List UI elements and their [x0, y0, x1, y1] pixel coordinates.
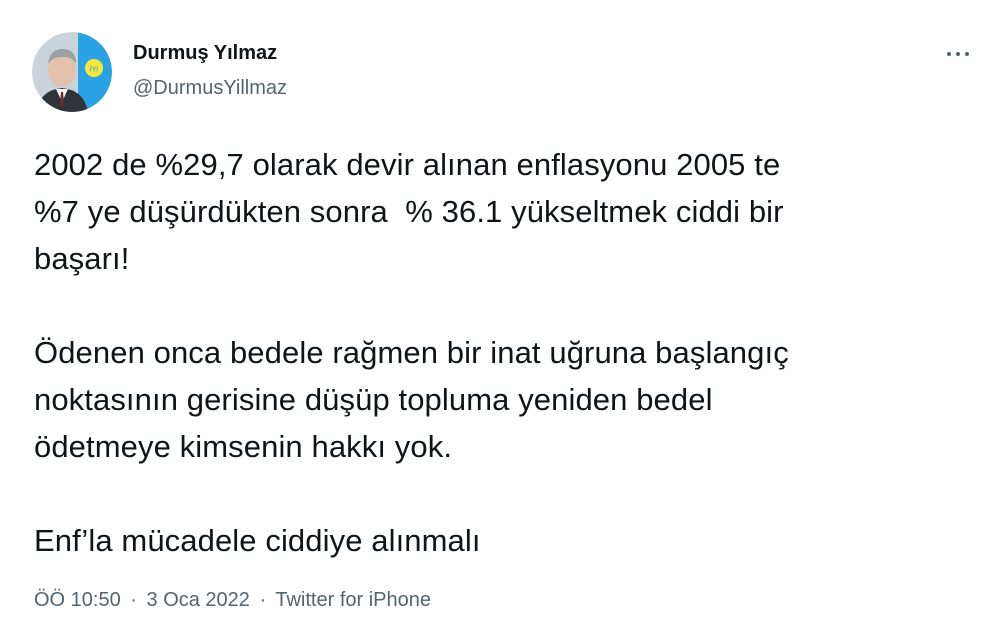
tweet-metadata: ÖÖ 10:50 · 3 Oca 2022 · Twitter for iPho… [34, 586, 431, 614]
tweet-paragraph: Enf’la mücadele ciddiye alınmalı [34, 523, 481, 558]
avatar-badge-text: İYİ [90, 65, 98, 74]
tweet-time[interactable]: ÖÖ 10:50 [34, 589, 121, 611]
more-horizontal-icon [947, 52, 969, 56]
tweet-date[interactable]: 3 Oca 2022 [147, 589, 250, 611]
tweet-paragraph: 2002 de %29,7 olarak devir alınan enflas… [34, 147, 784, 276]
more-options-button[interactable] [938, 38, 978, 70]
profile-photo-icon: İYİ [32, 32, 112, 112]
tweet-text: 2002 de %29,7 olarak devir alınan enflas… [34, 141, 974, 564]
tweet-paragraph: Ödenen onca bedele rağmen bir inat uğrun… [34, 335, 789, 464]
author-name[interactable]: Durmuş Yılmaz [133, 40, 277, 66]
meta-separator: · [259, 589, 267, 611]
tweet-card: İYİ Durmuş Yılmaz @DurmusYillmaz 2002 de… [0, 0, 1000, 626]
author-handle[interactable]: @DurmusYillmaz [133, 75, 287, 101]
avatar[interactable]: İYİ [32, 32, 112, 112]
meta-separator: · [130, 589, 137, 611]
tweet-source-link[interactable]: Twitter for iPhone [275, 589, 431, 611]
